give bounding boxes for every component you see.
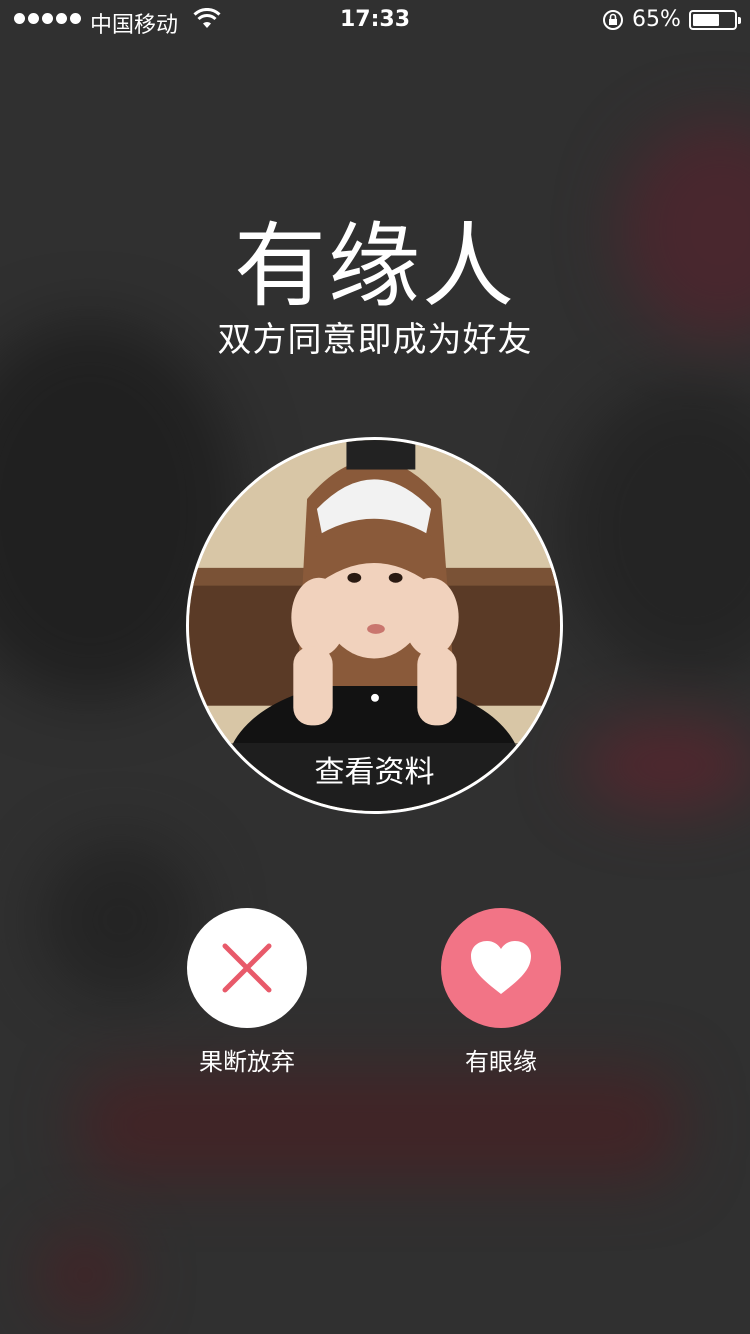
status-bar: 中国移动 17:33 65% — [0, 0, 750, 40]
like-button[interactable] — [441, 908, 561, 1028]
like-action: 有眼缘 — [441, 908, 561, 1077]
reject-action: 果断放弃 — [187, 908, 307, 1077]
profile-avatar[interactable]: 查看资料 — [186, 437, 563, 814]
view-profile-button[interactable]: 查看资料 — [189, 743, 560, 811]
match-screen: 中国移动 17:33 65% 有缘人 双方同意即成为好友 查看资料 果断放弃 有… — [0, 0, 750, 1334]
heart-icon — [471, 941, 531, 994]
battery-percent: 65% — [632, 7, 681, 32]
rotation-lock-icon — [602, 9, 624, 37]
page-subtitle: 双方同意即成为好友 — [217, 320, 533, 360]
close-icon — [222, 943, 272, 993]
like-label: 有眼缘 — [465, 1048, 537, 1076]
battery-icon — [689, 10, 741, 30]
page-title: 有缘人 — [233, 213, 516, 320]
reject-button[interactable] — [187, 908, 307, 1028]
reject-label: 果断放弃 — [199, 1048, 295, 1076]
battery-level-fill — [693, 14, 719, 26]
